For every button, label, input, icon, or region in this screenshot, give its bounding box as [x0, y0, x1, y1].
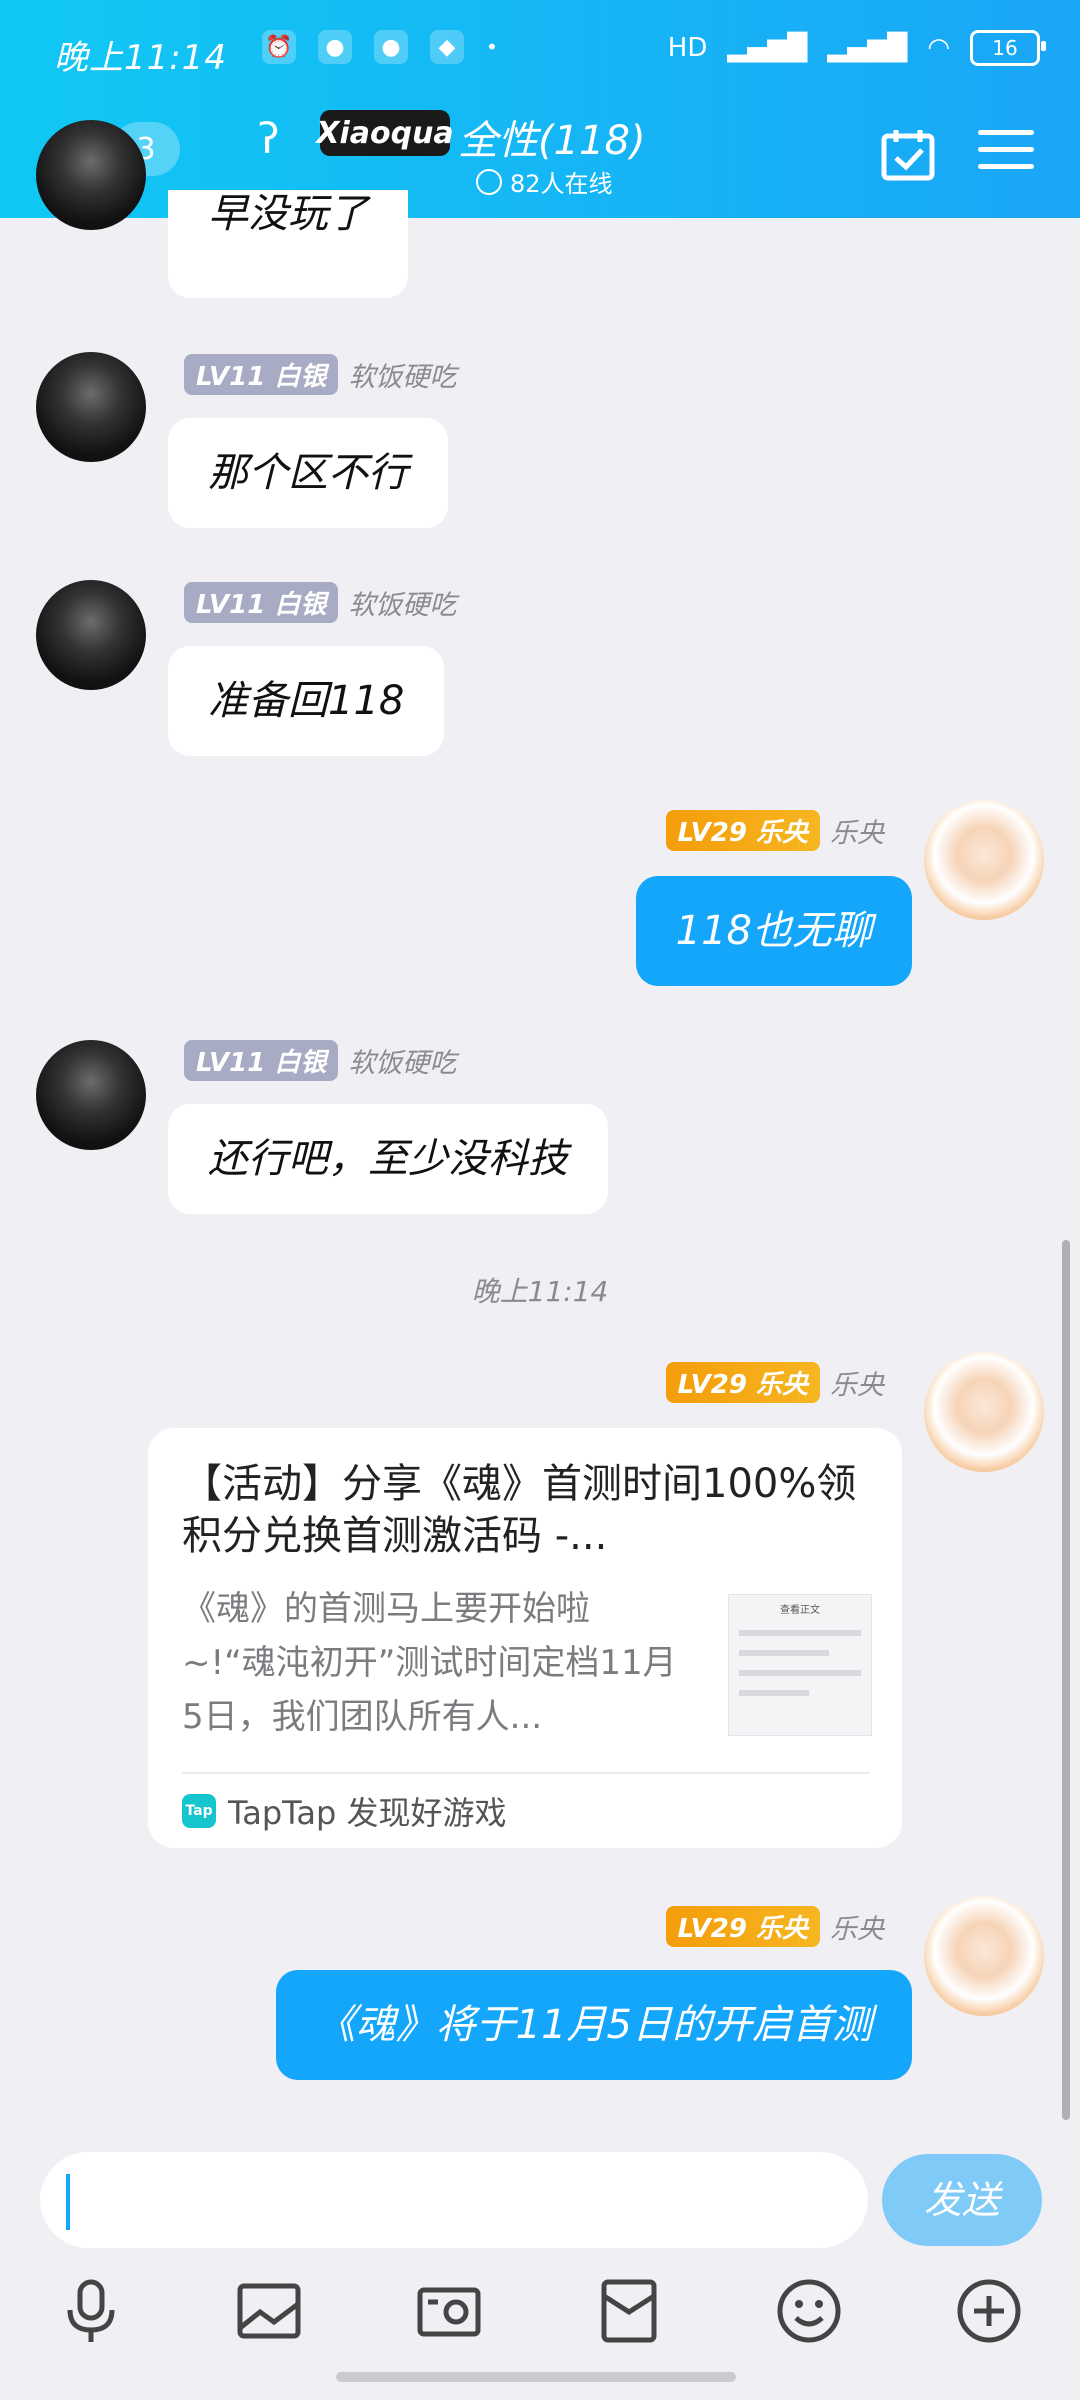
level-badge: LV11 白银	[184, 1040, 339, 1081]
sender-name[interactable]: 软饭硬吃	[348, 1041, 456, 1080]
emoji-icon[interactable]	[774, 2276, 844, 2346]
send-button[interactable]: 发送	[882, 2154, 1042, 2246]
card-description: 《魂》的首测马上要开始啦~!“魂沌初开”测试时间定档11月5日，我们团队所有人.…	[182, 1589, 677, 1737]
card-source: Tap TapTap 发现好游戏	[182, 1788, 507, 1834]
level-badge: LV29 乐央	[665, 1906, 820, 1947]
app-notification-icon: ◆	[430, 30, 464, 64]
avatar[interactable]	[36, 352, 146, 462]
alarm-icon: ⏰	[262, 30, 296, 64]
level-badge: LV11 白银	[184, 354, 339, 395]
card-title: 【活动】分享《魂》首测时间100%领积分兑换首测激活码 -...	[182, 1461, 857, 1559]
camera-icon[interactable]	[414, 2276, 484, 2346]
online-count[interactable]: 82人在线	[476, 164, 613, 199]
red-packet-icon[interactable]	[594, 2276, 664, 2346]
avatar[interactable]	[36, 120, 146, 230]
microphone-icon[interactable]	[56, 2276, 126, 2346]
level-badge: LV29 乐央	[665, 1362, 820, 1403]
message-text: 118也无聊	[675, 908, 872, 954]
sender-meta: LV29 乐央 乐央	[665, 1362, 884, 1403]
avatar[interactable]	[924, 1352, 1044, 1472]
sender-name[interactable]: 乐央	[830, 1363, 884, 1402]
sender-meta: LV11 白银 软饭硬吃	[184, 1040, 456, 1081]
home-indicator[interactable]	[336, 2372, 736, 2382]
plus-icon[interactable]	[954, 2276, 1024, 2346]
avatar[interactable]	[924, 1896, 1044, 2016]
sender-name[interactable]: 软饭硬吃	[348, 355, 456, 394]
message-text: 早没玩了	[208, 191, 368, 237]
thumbnail-title: 查看正文	[780, 1605, 820, 1616]
more-notifications-icon: •	[486, 35, 498, 59]
online-icon	[476, 168, 502, 195]
avatar[interactable]	[36, 580, 146, 690]
app-notification-icon: ●	[374, 30, 408, 64]
sender-name[interactable]: 软饭硬吃	[348, 583, 456, 622]
message-text: 《魂》将于11月5日的开启首测	[315, 2002, 872, 2048]
message-text: 那个区不行	[208, 450, 408, 496]
chat-scrollbar[interactable]	[1062, 1240, 1070, 2120]
card-thumbnail: 查看正文	[728, 1594, 872, 1736]
message-bubble[interactable]: 准备回118	[168, 646, 445, 756]
wifi-icon: ◠	[927, 33, 950, 63]
signal-icon: ▂▄▆█	[727, 33, 808, 63]
sender-name[interactable]: 乐央	[830, 811, 884, 850]
message-bubble[interactable]: 《魂》将于11月5日的开启首测	[275, 1970, 912, 2080]
status-bar: 晚上11:14 ⏰ ● ● ◆ • HD ▂▄▆█ ▂▄▆█ ◠ 16	[0, 0, 1080, 108]
input-toolbar	[0, 2266, 1080, 2366]
ear-icon[interactable]: ʔ	[258, 114, 279, 163]
app-notification-icon: ●	[318, 30, 352, 64]
group-title[interactable]: 全性(118)	[458, 108, 646, 166]
online-text: 82人在线	[510, 170, 613, 198]
avatar[interactable]	[924, 800, 1044, 920]
calendar-icon[interactable]	[880, 126, 936, 182]
card-source-label: TapTap 发现好游戏	[228, 1794, 507, 1832]
level-badge: LV29 乐央	[665, 810, 820, 851]
message-text: 准备回118	[208, 678, 405, 724]
battery-level: 16	[992, 36, 1018, 60]
sender-meta: LV11 白银 软饭硬吃	[184, 354, 456, 395]
message-input[interactable]	[40, 2152, 868, 2248]
sender-meta: LV11 白银 软饭硬吃	[184, 582, 456, 623]
level-badge: LV11 白银	[184, 582, 339, 623]
image-icon[interactable]	[234, 2276, 304, 2346]
avatar[interactable]	[36, 1040, 146, 1150]
notification-icons: ⏰ ● ● ◆ •	[262, 30, 498, 64]
battery-icon: 16	[970, 30, 1046, 66]
signal-icon: ▂▄▆█	[827, 33, 908, 63]
sender-meta: LV29 乐央 乐央	[665, 810, 884, 851]
card-divider	[182, 1772, 870, 1774]
chat-header: ‹ 3 ʔ Xiaoqua 全性(118) 82人在线	[0, 108, 1080, 218]
message-bubble[interactable]: 还行吧，至少没科技	[168, 1104, 608, 1214]
shared-link-card[interactable]: 【活动】分享《魂》首测时间100%领积分兑换首测激活码 -... 《魂》的首测马…	[148, 1428, 902, 1848]
group-logo: Xiaoqua	[316, 110, 454, 156]
message-text: 还行吧，至少没科技	[208, 1136, 568, 1182]
status-time: 晚上11:14	[54, 38, 227, 78]
sender-name[interactable]: 乐央	[830, 1907, 884, 1946]
text-caret	[66, 2174, 70, 2230]
message-bubble[interactable]: 118也无聊	[635, 876, 912, 986]
taptap-icon: Tap	[182, 1794, 216, 1828]
sender-meta: LV29 乐央 乐央	[665, 1906, 884, 1947]
input-bar: 发送	[0, 2126, 1080, 2400]
menu-icon[interactable]	[978, 130, 1034, 178]
message-timestamp: 晚上11:14	[471, 1275, 609, 1308]
network-label: HD	[667, 33, 708, 63]
message-bubble[interactable]: 那个区不行	[168, 418, 448, 528]
status-indicators: HD ▂▄▆█ ▂▄▆█ ◠ 16	[667, 30, 1046, 66]
message-bubble[interactable]: 早没玩了	[168, 190, 408, 298]
